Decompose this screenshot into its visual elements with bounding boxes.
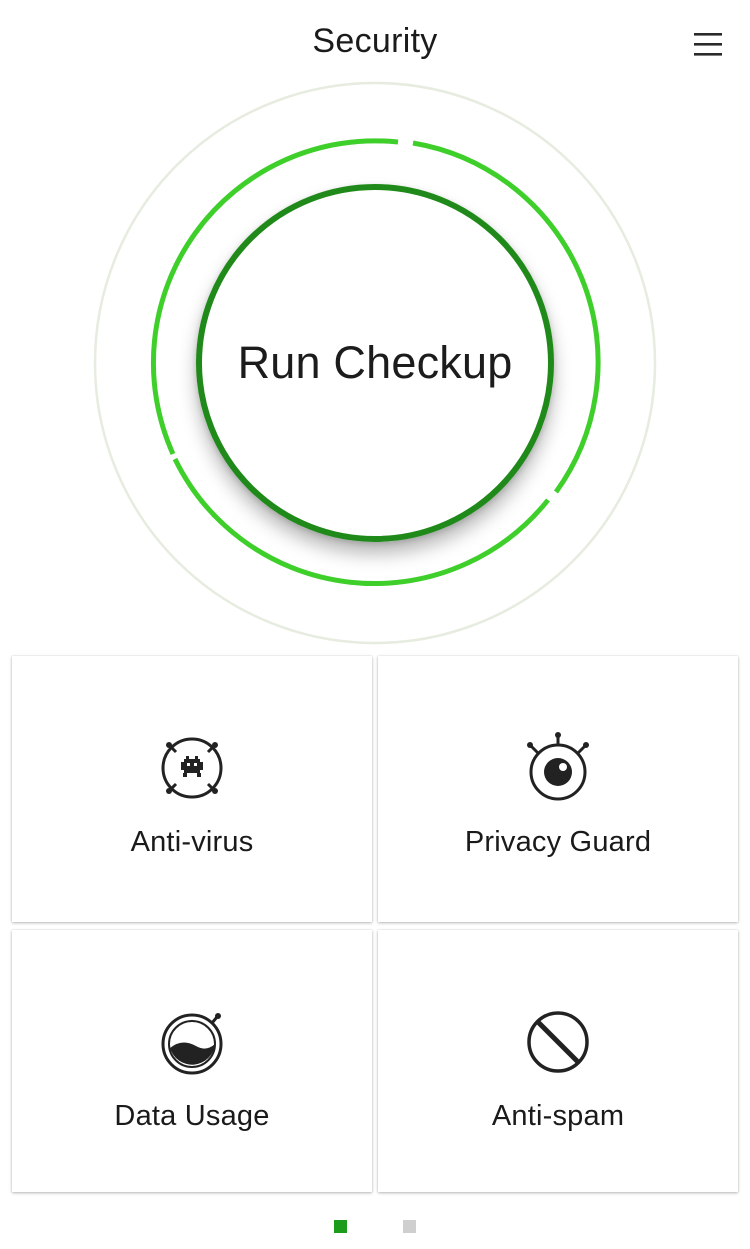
eye-camera-icon (527, 732, 589, 801)
tile-data-usage[interactable]: Data Usage (12, 930, 372, 1192)
tile-label: Anti-virus (130, 826, 254, 858)
inner-ring (196, 184, 554, 542)
feature-grid: Anti-virus Privacy Guard Data Usage Anti… (0, 648, 750, 1200)
tile-label: Privacy Guard (464, 826, 652, 858)
hamburger-menu-icon (694, 33, 722, 56)
prohibited-icon (527, 1011, 589, 1073)
menu-button[interactable] (682, 26, 734, 66)
tile-label: Anti-spam (491, 1100, 625, 1132)
virus-bug-icon (161, 737, 223, 799)
tile-anti-spam[interactable]: Anti-spam (378, 930, 738, 1192)
page-indicator (0, 1218, 750, 1238)
tile-anti-virus[interactable]: Anti-virus (12, 656, 372, 922)
tile-privacy-guard[interactable]: Privacy Guard (378, 656, 738, 922)
checkup-area: Run Checkup (0, 76, 750, 650)
run-checkup-button[interactable] (196, 184, 554, 542)
page-dot-active[interactable] (334, 1220, 347, 1233)
data-gauge-icon (161, 1013, 223, 1075)
page-dot[interactable] (403, 1220, 416, 1233)
tile-label: Data Usage (114, 1100, 270, 1132)
page-title: Security (312, 22, 438, 60)
